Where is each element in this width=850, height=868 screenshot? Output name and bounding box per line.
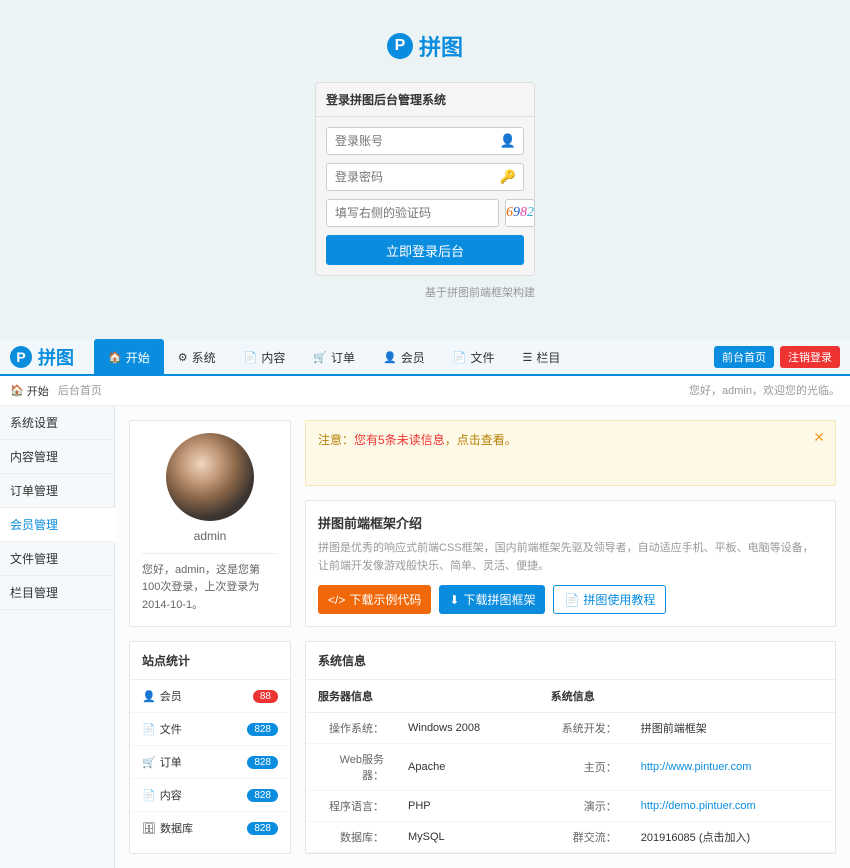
nav-label: 订单 <box>331 349 355 366</box>
welcome-text: 您好，admin，欢迎您的光临。 <box>689 382 840 398</box>
stat-badge: 828 <box>247 789 278 802</box>
key-icon: 🔑 <box>500 169 516 185</box>
sidebar: 系统设置内容管理订单管理会员管理文件管理栏目管理 <box>0 406 115 868</box>
logout-button[interactable]: 注销登录 <box>780 346 840 368</box>
admin-logo[interactable]: P 拼图 <box>10 344 74 370</box>
stat-row[interactable]: 👤 会员 88 <box>130 680 290 713</box>
front-page-button[interactable]: 前台首页 <box>714 346 774 368</box>
stat-row[interactable]: 📄 文件 828 <box>130 713 290 746</box>
intro-card: 拼图前端框架介绍 拼图是优秀的响应式前端CSS框架，国内前端框架先驱及领导者，自… <box>305 500 836 627</box>
nav-icon: ⚙ <box>178 351 188 364</box>
nav-item-3[interactable]: 🛒 订单 <box>299 339 369 376</box>
sysinfo-row: 操作系统：Windows 2008系统开发：拼图前端框架 <box>306 713 835 744</box>
username-input[interactable] <box>326 127 524 155</box>
nav-icon: 🛒 <box>313 351 327 364</box>
login-panel-title: 登录拼图后台管理系统 <box>316 83 534 117</box>
sidebar-item-0[interactable]: 系统设置 <box>0 406 114 440</box>
stat-icon: 📄 <box>142 724 156 736</box>
stat-badge: 828 <box>247 723 278 736</box>
profile-message: 您好，admin，这是您第100次登录，上次登录为2014-10-1。 <box>142 562 278 615</box>
stat-row[interactable]: 🛒 订单 828 <box>130 746 290 779</box>
sysinfo-card: 系统信息 服务器信息 系统信息 操作系统：Windows 2008系统开发：拼图… <box>305 641 836 854</box>
nav-icon: ☰ <box>522 351 532 364</box>
login-footer: 基于拼图前端框架构建 <box>315 284 535 300</box>
nav-label: 系统 <box>192 349 216 366</box>
download-framework-button[interactable]: ⬇ 下载拼图框架 <box>439 585 545 614</box>
stat-label: 订单 <box>160 757 182 769</box>
stat-label: 内容 <box>160 790 182 802</box>
avatar <box>166 433 254 521</box>
stat-label: 会员 <box>160 691 182 703</box>
stat-badge: 88 <box>253 690 278 703</box>
nav-icon: 📄 <box>453 351 467 364</box>
topbar: P 拼图 🏠开始⚙系统📄内容🛒订单👤会员📄文件☰栏目 前台首页 注销登录 <box>0 340 850 376</box>
nav-icon: 📄 <box>244 351 258 364</box>
logo-icon: P <box>10 346 32 368</box>
breadcrumb-current: 后台首页 <box>58 385 102 397</box>
nav-label: 内容 <box>261 349 285 366</box>
stat-label: 文件 <box>160 724 182 736</box>
breadcrumb-home[interactable]: 🏠 开始 <box>10 383 49 399</box>
download-sample-button[interactable]: </> 下载示例代码 <box>318 585 431 614</box>
breadcrumb: 🏠 开始 后台首页 您好，admin，欢迎您的光临。 <box>0 376 850 406</box>
stat-badge: 828 <box>247 756 278 769</box>
nav-label: 栏目 <box>536 349 560 366</box>
logo-text: 拼图 <box>38 344 74 370</box>
sidebar-item-3[interactable]: 会员管理 <box>0 508 115 542</box>
nav-item-4[interactable]: 👤 会员 <box>369 339 439 376</box>
stats-card: 站点统计 👤 会员 88 📄 文件 828 🛒 订单 828 📄 内容 828 🗄 数据库 828 <box>129 641 291 854</box>
password-input[interactable] <box>326 163 524 191</box>
profile-card: admin 您好，admin，这是您第100次登录，上次登录为2014-10-1… <box>129 420 291 628</box>
sysinfo-link[interactable]: http://www.pintuer.com <box>641 761 752 773</box>
stat-icon: 👤 <box>142 691 156 703</box>
sidebar-item-1[interactable]: 内容管理 <box>0 440 114 474</box>
profile-name: admin <box>142 529 278 543</box>
stat-icon: 📄 <box>142 790 156 802</box>
stat-icon: 🛒 <box>142 757 156 769</box>
nav-item-2[interactable]: 📄内容 <box>230 339 300 376</box>
sysinfo-row: 程序语言：PHP演示：http://demo.pintuer.com <box>306 791 835 822</box>
stat-label: 数据库 <box>160 823 193 835</box>
login-button[interactable]: 立即登录后台 <box>326 235 524 265</box>
stat-badge: 828 <box>247 822 278 835</box>
nav-icon: 👤 <box>383 351 397 364</box>
tutorial-button[interactable]: 📄 拼图使用教程 <box>553 585 666 614</box>
sysinfo-col1: 服务器信息 <box>306 680 539 713</box>
stat-icon: 🗄 <box>142 823 156 835</box>
stat-row[interactable]: 🗄 数据库 828 <box>130 812 290 844</box>
sidebar-item-2[interactable]: 订单管理 <box>0 474 114 508</box>
nav-label: 会员 <box>401 349 425 366</box>
stats-title: 站点统计 <box>130 642 290 680</box>
sidebar-item-5[interactable]: 栏目管理 <box>0 576 114 610</box>
logo: P 拼图 <box>387 30 463 62</box>
alert-banner: 注意：您有5条未读信息，点击查看。 ✕ <box>305 420 836 487</box>
sysinfo-link[interactable]: http://demo.pintuer.com <box>641 800 756 812</box>
intro-title: 拼图前端框架介绍 <box>318 513 823 532</box>
intro-desc: 拼图是优秀的响应式前端CSS框架，国内前端框架先驱及领导者，自动适应手机、平板、… <box>318 540 823 575</box>
sysinfo-row: 数据库：MySQL群交流：201916085 (点击加入) <box>306 822 835 853</box>
nav-label: 开始 <box>126 349 150 366</box>
sysinfo-col2: 系统信息 <box>539 680 835 713</box>
nav-item-5[interactable]: 📄文件 <box>439 339 509 376</box>
sysinfo-row: Web服务器：Apache主页：http://www.pintuer.com <box>306 744 835 791</box>
sidebar-item-4[interactable]: 文件管理 <box>0 542 114 576</box>
captcha-input[interactable] <box>326 199 499 227</box>
nav-icon: 🏠 <box>108 351 122 364</box>
nav-label: 文件 <box>470 349 494 366</box>
logo-text: 拼图 <box>419 30 463 62</box>
close-icon[interactable]: ✕ <box>813 429 825 446</box>
login-panel: 登录拼图后台管理系统 👤 🔑 6982 立即登录后台 <box>315 82 535 276</box>
alert-highlight[interactable]: 您有5条未读信息 <box>354 433 445 447</box>
user-icon: 👤 <box>500 133 516 149</box>
nav-item-6[interactable]: ☰ 栏目 <box>508 339 574 376</box>
captcha-image[interactable]: 6982 <box>505 199 535 227</box>
nav-item-1[interactable]: ⚙ 系统 <box>164 339 230 376</box>
stat-row[interactable]: 📄 内容 828 <box>130 779 290 812</box>
logo-icon: P <box>387 33 413 59</box>
sysinfo-title: 系统信息 <box>306 642 835 680</box>
nav-item-0[interactable]: 🏠 开始 <box>94 339 164 376</box>
